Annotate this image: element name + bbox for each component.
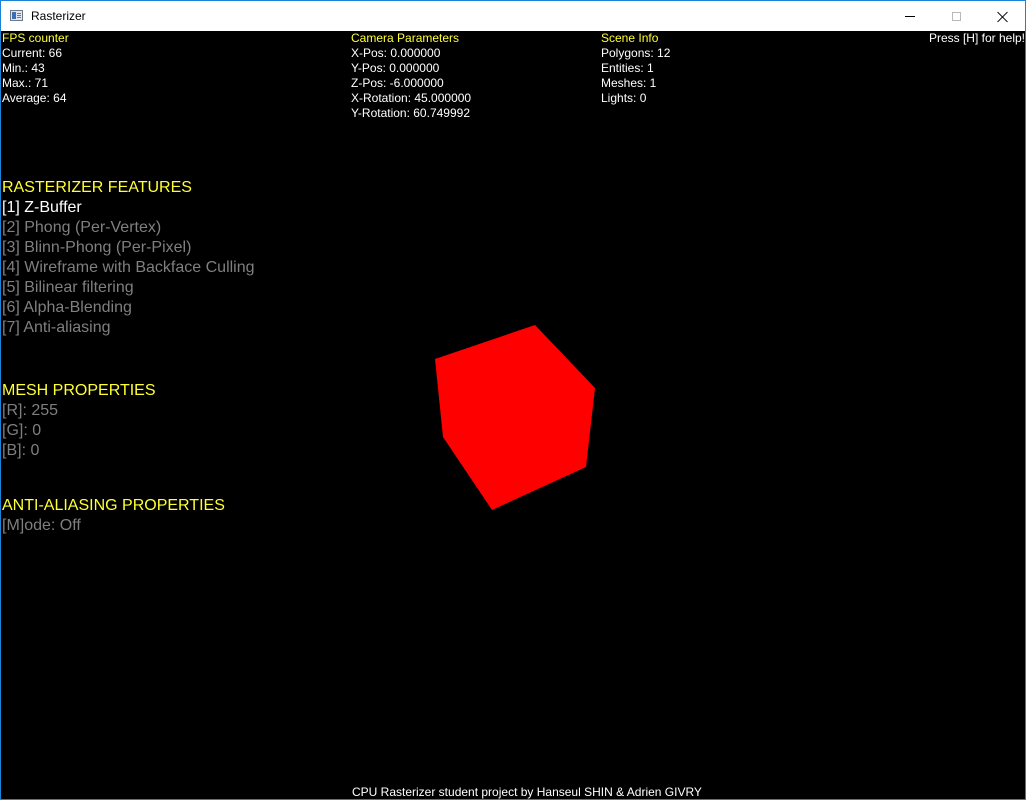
close-button[interactable] bbox=[979, 1, 1025, 31]
render-viewport[interactable]: FPS counter Current: 66 Min.: 43 Max.: 7… bbox=[1, 31, 1025, 799]
window-title: Rasterizer bbox=[31, 9, 86, 23]
maximize-button[interactable] bbox=[933, 1, 979, 31]
title-bar[interactable]: Rasterizer bbox=[1, 1, 1025, 31]
credits-footer: CPU Rasterizer student project by Hanseu… bbox=[352, 785, 702, 799]
app-window-icon bbox=[10, 10, 23, 21]
rasterizer-window: Rasterizer FPS counter Current: 66 Min.:… bbox=[0, 0, 1026, 800]
cube-silhouette bbox=[435, 325, 595, 510]
minimize-button[interactable] bbox=[887, 1, 933, 31]
maximize-icon bbox=[951, 11, 961, 21]
close-icon bbox=[997, 11, 1008, 22]
cube-mesh-render bbox=[435, 325, 595, 510]
minimize-icon bbox=[905, 15, 915, 17]
